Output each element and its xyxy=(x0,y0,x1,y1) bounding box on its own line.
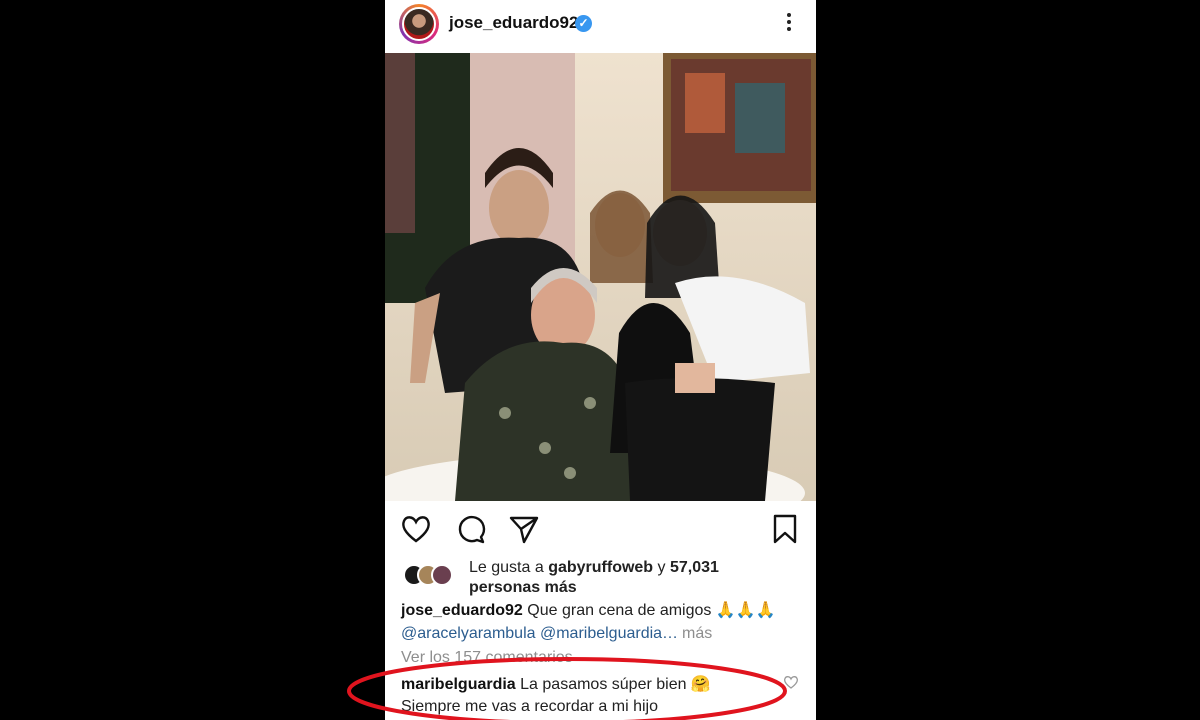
post-username[interactable]: jose_eduardo92 xyxy=(449,13,578,33)
liker-avatar xyxy=(431,564,453,586)
caption-mentions[interactable]: @aracelyarambula @maribelguardia… más xyxy=(401,623,801,645)
send-icon[interactable] xyxy=(507,512,541,546)
post-photo[interactable] xyxy=(385,53,816,501)
comment-username[interactable]: maribelguardia xyxy=(401,676,516,693)
likes-connector: y xyxy=(657,559,666,576)
post-caption: jose_eduardo92 Que gran cena de amigos 🙏… xyxy=(401,600,801,622)
comment-heart-icon[interactable] xyxy=(783,674,799,690)
comment-item: maribelguardia La pasamos súper bien 🤗 S… xyxy=(401,674,781,718)
comment-icon[interactable] xyxy=(453,512,487,546)
likes-text: Le gusta a gabyruffoweb y 57,031 persona… xyxy=(469,558,799,598)
view-comments-link[interactable]: Ver los 157 comentarios xyxy=(401,649,573,667)
instagram-post-screen: jose_eduardo92 ✓ Le gusta a gabyruffoweb… xyxy=(385,0,816,720)
more-link[interactable]: más xyxy=(682,625,712,642)
caption-text: Que gran cena de amigos 🙏🙏🙏 xyxy=(527,602,776,619)
likes-count[interactable]: 57,031 xyxy=(670,559,719,576)
comment-text: La pasamos súper bien 🤗 xyxy=(520,676,711,693)
post-header: jose_eduardo92 ✓ xyxy=(385,0,816,48)
liker-avatars xyxy=(403,564,459,588)
photo-scene xyxy=(385,53,816,501)
caption-username[interactable]: jose_eduardo92 xyxy=(401,602,523,619)
avatar[interactable] xyxy=(399,4,439,44)
bookmark-icon[interactable] xyxy=(768,512,802,546)
action-bar xyxy=(385,512,816,548)
comment-text-line2: Siempre me vas a recordar a mi hijo xyxy=(401,698,658,715)
likes-prefix: Le gusta a xyxy=(469,559,544,576)
verified-badge-icon: ✓ xyxy=(575,15,592,32)
avatar-image xyxy=(402,7,436,41)
likes-suffix[interactable]: personas más xyxy=(469,579,577,596)
heart-icon[interactable] xyxy=(399,512,433,546)
likes-summary[interactable]: Le gusta a gabyruffoweb y 57,031 persona… xyxy=(385,555,816,599)
likes-user[interactable]: gabyruffoweb xyxy=(548,559,653,576)
more-vertical-icon[interactable] xyxy=(779,10,799,36)
mentions-text[interactable]: @aracelyarambula @maribelguardia… xyxy=(401,625,678,642)
